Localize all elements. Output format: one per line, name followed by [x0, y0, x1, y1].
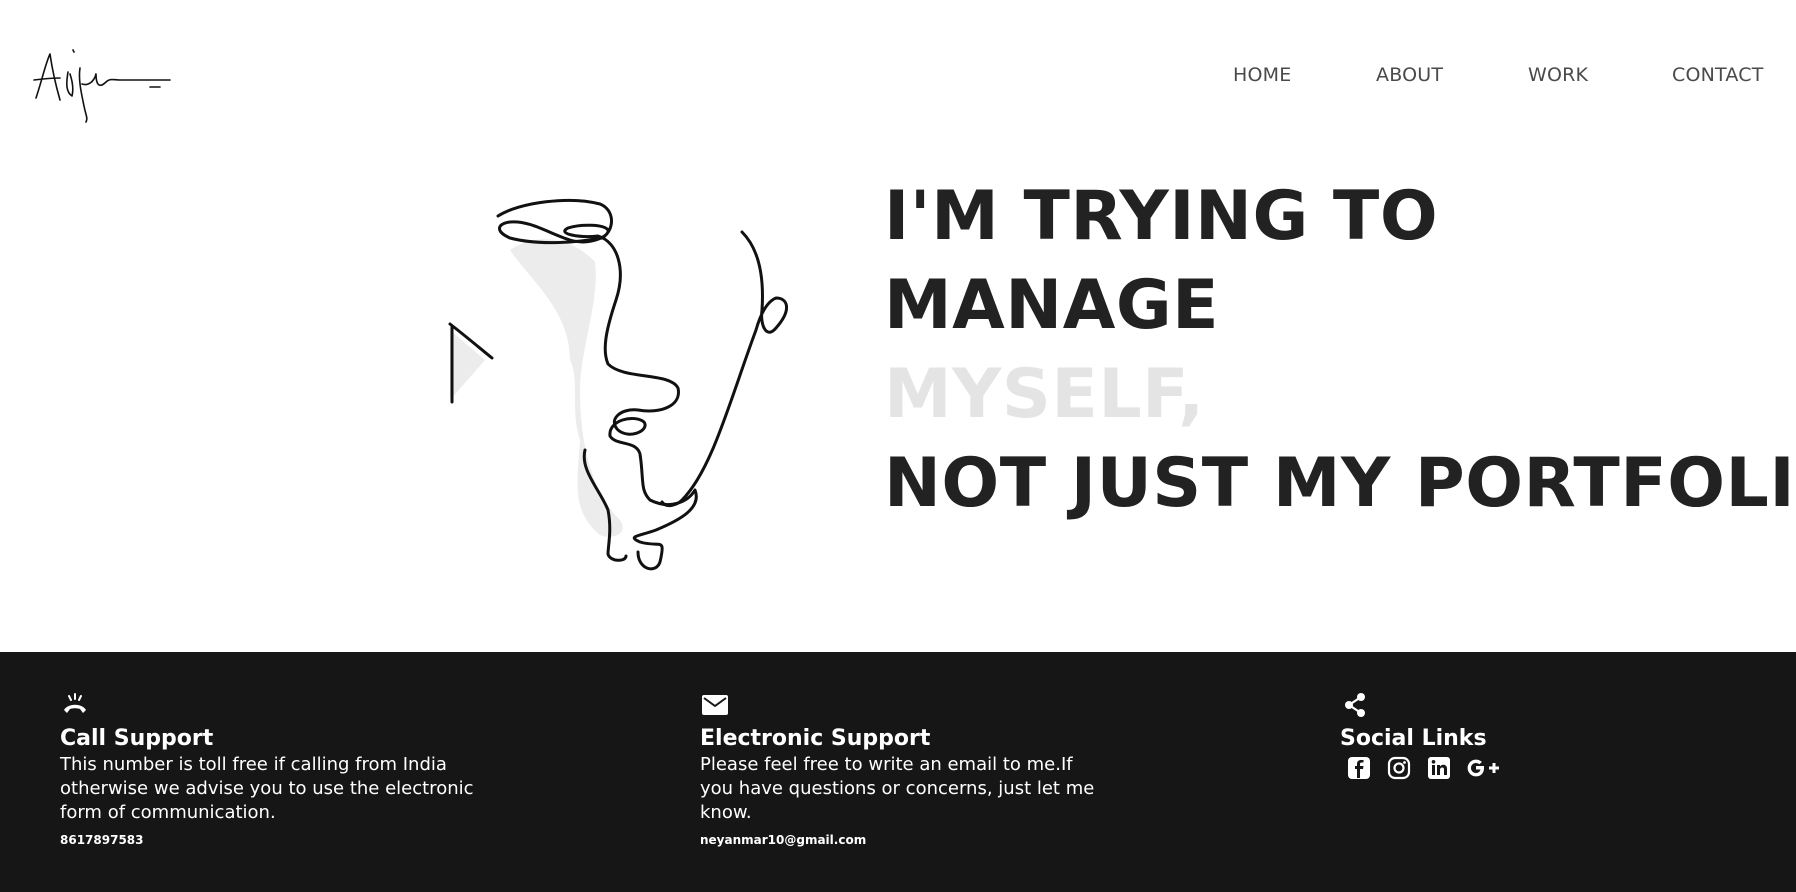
- call-support-text: This number is toll free if calling from…: [60, 754, 474, 823]
- headline-line-1: I'M TRYING TO: [884, 177, 1439, 256]
- google-plus-icon[interactable]: [1466, 755, 1502, 781]
- linkedin-icon[interactable]: [1426, 755, 1452, 781]
- headline-line-2: MANAGE: [884, 266, 1220, 345]
- email-address[interactable]: neyanmar10@gmail.com: [700, 833, 1100, 847]
- line-art-face-illustration: [448, 198, 788, 571]
- share-icon: [1345, 693, 1365, 717]
- social-links-section: Social Links: [1340, 690, 1640, 781]
- electronic-support-text: Please feel free to write an email to me…: [700, 754, 1095, 823]
- main-nav: HOME ABOUT WORK CONTACT: [0, 64, 1796, 90]
- phone-number[interactable]: 8617897583: [60, 833, 480, 847]
- electronic-support-section: Electronic Support Please feel free to w…: [700, 690, 1100, 847]
- headline-line-3: MYSELF,: [884, 355, 1205, 434]
- social-icons-row: [1340, 755, 1640, 781]
- social-links-title: Social Links: [1340, 726, 1487, 751]
- nav-home-link[interactable]: HOME: [1233, 64, 1291, 86]
- electronic-support-title: Electronic Support: [700, 726, 931, 751]
- mail-icon: [702, 695, 728, 715]
- instagram-icon[interactable]: [1386, 755, 1412, 781]
- facebook-icon[interactable]: [1346, 755, 1372, 781]
- footer: Call Support This number is toll free if…: [0, 652, 1796, 892]
- call-support-section: Call Support This number is toll free if…: [60, 690, 480, 847]
- headline-line-4: NOT JUST MY PORTFOLIO.: [884, 444, 1796, 523]
- phone-icon: [64, 693, 86, 713]
- hero-headline: I'M TRYING TO MANAGE MYSELF, NOT JUST MY…: [884, 172, 1796, 528]
- nav-work-link[interactable]: WORK: [1528, 64, 1588, 86]
- nav-about-link[interactable]: ABOUT: [1376, 64, 1443, 86]
- nav-contact-link[interactable]: CONTACT: [1672, 64, 1764, 86]
- call-support-title: Call Support: [60, 726, 214, 751]
